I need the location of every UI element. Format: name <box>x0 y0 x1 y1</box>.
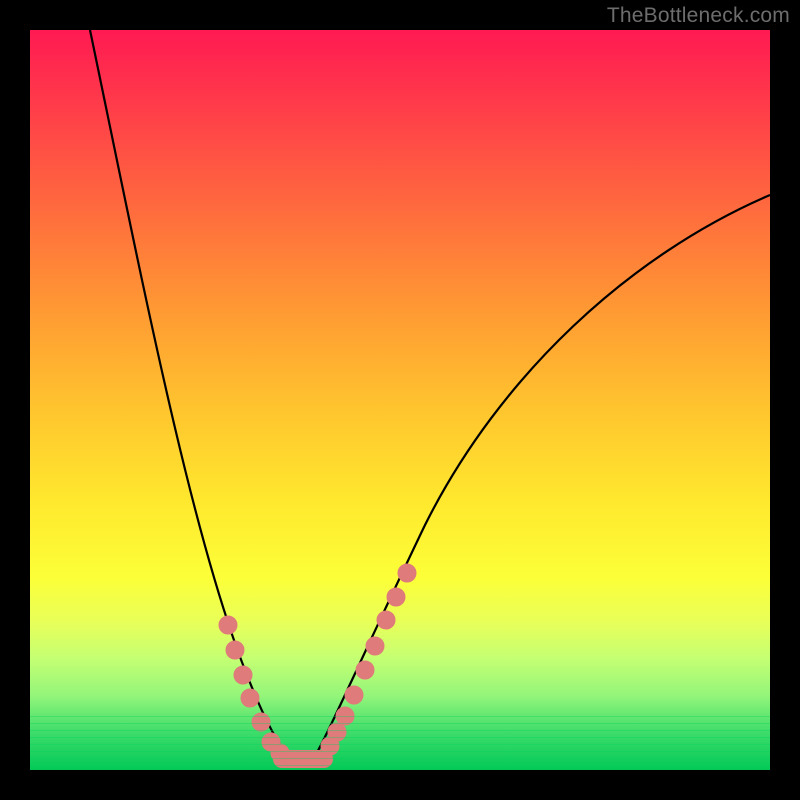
right-curve-dots <box>321 564 416 755</box>
data-dot <box>336 707 354 725</box>
data-dot <box>387 588 405 606</box>
left-curve-dots <box>219 616 289 762</box>
left-curve <box>90 30 292 760</box>
data-dot <box>345 686 363 704</box>
plot-area <box>30 30 770 770</box>
data-dot <box>226 641 244 659</box>
watermark-text: TheBottleneck.com <box>607 4 790 28</box>
data-dot <box>398 564 416 582</box>
data-dot <box>356 661 374 679</box>
curve-layer <box>30 30 770 770</box>
data-dot <box>271 744 289 762</box>
data-dot <box>252 713 270 731</box>
right-curve <box>313 195 770 760</box>
data-dot <box>366 637 384 655</box>
data-dot <box>328 723 346 741</box>
chart-stage: TheBottleneck.com <box>0 0 800 800</box>
data-dot <box>219 616 237 634</box>
data-dot <box>234 666 252 684</box>
data-dot <box>377 611 395 629</box>
data-dot <box>241 689 259 707</box>
